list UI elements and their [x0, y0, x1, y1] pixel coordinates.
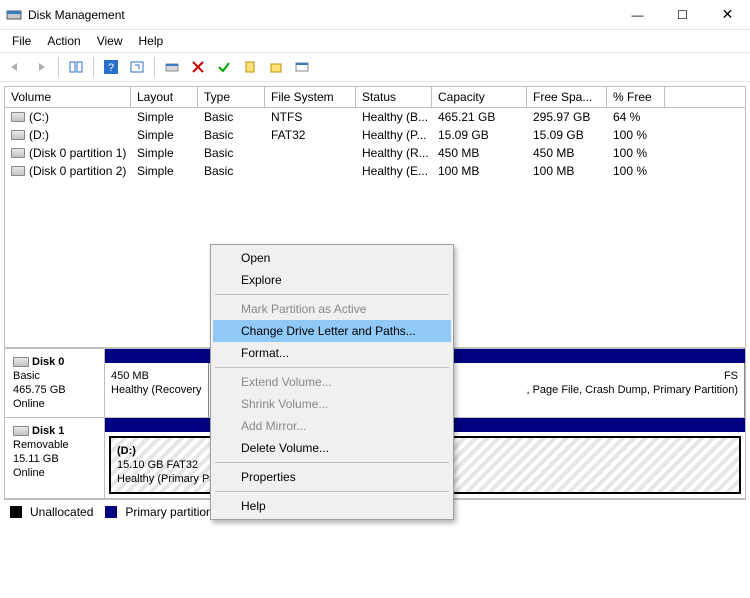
ctx-delete-volume[interactable]: Delete Volume... — [213, 437, 451, 459]
app-icon — [6, 7, 22, 23]
col-capacity[interactable]: Capacity — [432, 87, 527, 107]
legend-label: Primary partition — [125, 505, 212, 519]
ctx-mark-active: Mark Partition as Active — [213, 298, 451, 320]
window-title: Disk Management — [28, 8, 615, 22]
menubar: File Action View Help — [0, 30, 750, 52]
ctx-change-drive-letter[interactable]: Change Drive Letter and Paths... — [213, 320, 451, 342]
volume-row[interactable]: (C:) Simple Basic NTFS Healthy (B... 465… — [5, 108, 745, 126]
volume-name: (Disk 0 partition 2) — [29, 164, 126, 178]
svg-text:?: ? — [108, 62, 114, 74]
ctx-shrink-volume: Shrink Volume... — [213, 393, 451, 415]
volume-icon — [11, 166, 25, 176]
menu-file[interactable]: File — [4, 32, 39, 50]
col-filesystem[interactable]: File System — [265, 87, 356, 107]
disk-info[interactable]: Disk 0 Basic 465.75 GB Online — [5, 349, 105, 417]
delete-icon[interactable] — [187, 56, 209, 78]
legend-swatch-unallocated — [10, 506, 22, 518]
show-hide-button[interactable] — [65, 56, 87, 78]
ctx-format[interactable]: Format... — [213, 342, 451, 364]
col-type[interactable]: Type — [198, 87, 265, 107]
checkmark-icon[interactable] — [213, 56, 235, 78]
volume-row[interactable]: (D:) Simple Basic FAT32 Healthy (P... 15… — [5, 126, 745, 144]
legend-label: Unallocated — [30, 505, 93, 519]
ctx-help[interactable]: Help — [213, 495, 451, 517]
volume-list-header: Volume Layout Type File System Status Ca… — [4, 86, 746, 108]
col-free[interactable]: Free Spa... — [527, 87, 607, 107]
forward-button[interactable] — [30, 56, 52, 78]
maximize-button[interactable]: ☐ — [660, 0, 705, 29]
disk-label: Disk 0 — [32, 356, 64, 368]
volume-name: (D:) — [29, 128, 49, 142]
legend-swatch-primary — [105, 506, 117, 518]
volume-name: (Disk 0 partition 1) — [29, 146, 126, 160]
volume-name: (C:) — [29, 110, 49, 124]
disk-icon — [13, 357, 29, 367]
context-menu: Open Explore Mark Partition as Active Ch… — [210, 244, 454, 520]
volume-row[interactable]: (Disk 0 partition 1) Simple Basic Health… — [5, 144, 745, 162]
volume-icon — [11, 112, 25, 122]
settings-icon[interactable] — [161, 56, 183, 78]
ctx-extend-volume: Extend Volume... — [213, 371, 451, 393]
disk-icon — [13, 426, 29, 436]
back-button[interactable] — [4, 56, 26, 78]
close-button[interactable]: ✕ — [705, 0, 750, 29]
col-status[interactable]: Status — [356, 87, 432, 107]
menu-view[interactable]: View — [89, 32, 131, 50]
volume-icon — [11, 148, 25, 158]
col-volume[interactable]: Volume — [5, 87, 131, 107]
ctx-add-mirror: Add Mirror... — [213, 415, 451, 437]
ctx-properties[interactable]: Properties — [213, 466, 451, 488]
disk-label: Disk 1 — [32, 425, 64, 437]
volume-icon — [11, 130, 25, 140]
titlebar: Disk Management — ☐ ✕ — [0, 0, 750, 30]
ctx-explore[interactable]: Explore — [213, 269, 451, 291]
toolbar: ? — [0, 52, 750, 82]
refresh-icon[interactable] — [126, 56, 148, 78]
col-pctfree[interactable]: % Free — [607, 87, 665, 107]
col-layout[interactable]: Layout — [131, 87, 198, 107]
help-icon[interactable]: ? — [100, 56, 122, 78]
ctx-open[interactable]: Open — [213, 247, 451, 269]
minimize-button[interactable]: — — [615, 0, 660, 29]
open-icon[interactable] — [265, 56, 287, 78]
disk-info[interactable]: Disk 1 Removable 15.11 GB Online — [5, 418, 105, 498]
volume-row[interactable]: (Disk 0 partition 2) Simple Basic Health… — [5, 162, 745, 180]
menu-action[interactable]: Action — [39, 32, 88, 50]
properties-icon[interactable] — [291, 56, 313, 78]
new-icon[interactable] — [239, 56, 261, 78]
menu-help[interactable]: Help — [131, 32, 172, 50]
partition[interactable]: 450 MB Healthy (Recovery — [105, 363, 209, 417]
